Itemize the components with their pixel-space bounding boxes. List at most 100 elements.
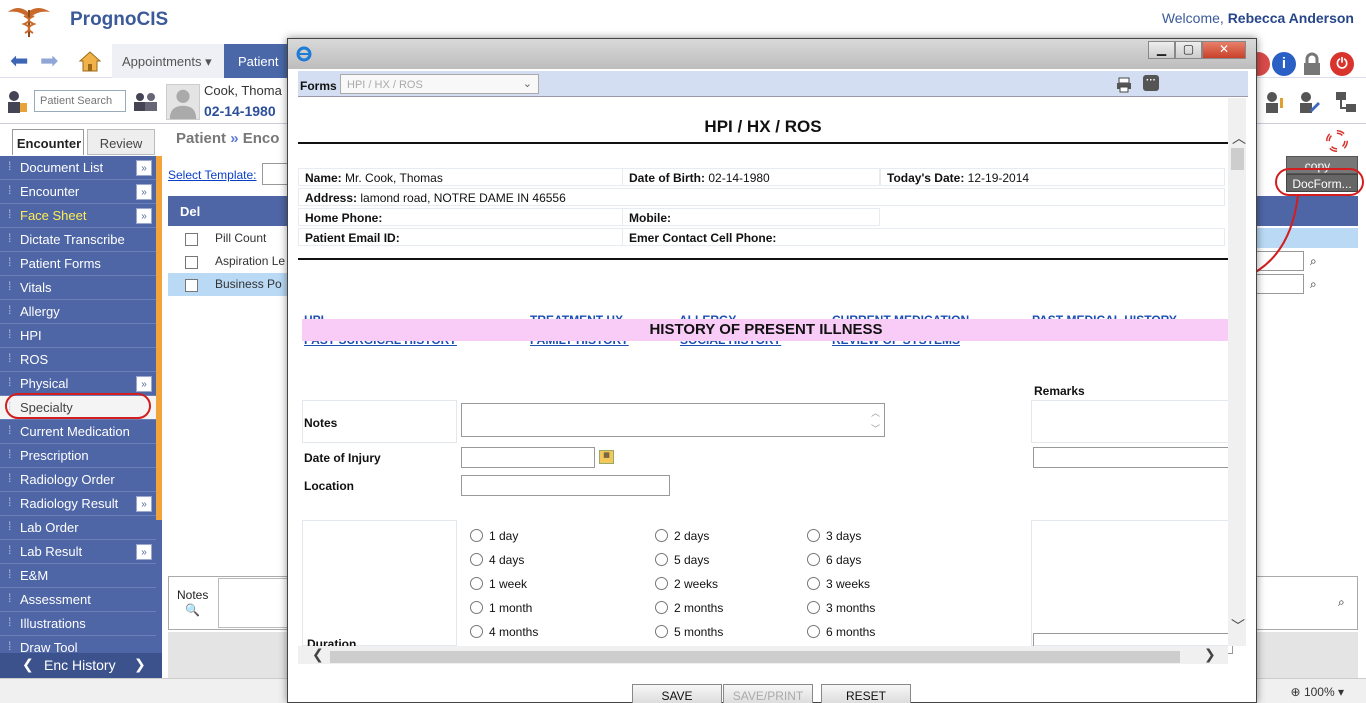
horizontal-scroll-thumb[interactable] <box>330 651 1180 663</box>
radio-button[interactable] <box>807 625 820 638</box>
expand-icon[interactable]: » <box>136 208 152 224</box>
tab-patient[interactable]: Patient <box>224 44 294 78</box>
duration-option[interactable]: 2 days <box>655 529 709 543</box>
sidebar-item-radiology-order[interactable]: Radiology Order <box>0 468 156 492</box>
duration-option[interactable]: 4 months <box>470 625 538 639</box>
back-arrow-icon[interactable]: ⬅ <box>10 50 28 72</box>
radio-button[interactable] <box>470 625 483 638</box>
enc-history-nav[interactable]: ❮ Enc History ❯ <box>0 653 162 678</box>
calendar-icon[interactable]: ▦ <box>599 450 614 464</box>
duration-option[interactable]: 5 months <box>655 625 723 639</box>
duration-option[interactable]: 1 day <box>470 529 518 543</box>
duration-option[interactable]: 3 months <box>807 601 875 615</box>
date-of-injury-input[interactable] <box>461 447 595 468</box>
scroll-right-icon[interactable]: ❯ <box>1204 646 1216 663</box>
radio-button[interactable] <box>655 577 668 590</box>
sidebar-item-document-list[interactable]: Document List » <box>0 156 156 180</box>
vertical-scrollbar[interactable] <box>1228 98 1246 646</box>
close-icon[interactable]: ✕ <box>1202 41 1246 59</box>
radio-button[interactable] <box>807 577 820 590</box>
expand-icon[interactable]: » <box>136 376 152 392</box>
binoculars-icon[interactable]: ⌕ <box>1310 254 1324 268</box>
duration-option[interactable]: 2 weeks <box>655 577 718 591</box>
duration-option[interactable]: 6 months <box>807 625 875 639</box>
radio-button[interactable] <box>470 529 483 542</box>
user-edit-icon[interactable] <box>1296 90 1320 114</box>
power-icon[interactable]: ⏻ <box>1330 52 1354 76</box>
horizontal-scrollbar[interactable]: ❮ ❯ <box>298 646 1228 664</box>
table-row[interactable]: Pill Count <box>168 227 292 250</box>
magnifier-icon[interactable]: 🔍 <box>185 603 208 617</box>
sidebar-item-encounter[interactable]: Encounter » <box>0 180 156 204</box>
sidebar-item-lab-order[interactable]: Lab Order <box>0 516 156 540</box>
scroll-left-icon[interactable]: ❮ <box>312 646 324 663</box>
duration-option[interactable]: 4 days <box>470 553 524 567</box>
popup-titlebar[interactable]: ▁ ▢ ✕ <box>288 39 1256 69</box>
chevron-left-icon[interactable]: ❮ <box>22 656 34 673</box>
vertical-scroll-thumb[interactable] <box>1231 148 1244 170</box>
expand-icon[interactable]: » <box>136 160 152 176</box>
binoculars-icon[interactable]: ⌕ <box>1338 595 1352 609</box>
sidebar-item-face-sheet[interactable]: Face Sheet » <box>0 204 156 228</box>
table-row[interactable]: Aspiration Le <box>168 250 292 273</box>
sidebar-item-patient-forms[interactable]: Patient Forms <box>0 252 156 276</box>
expand-icon[interactable]: » <box>136 184 152 200</box>
sidebar-item-assessment[interactable]: Assessment <box>0 588 156 612</box>
patient-search-icon[interactable] <box>6 89 28 115</box>
notes-textarea[interactable] <box>218 578 292 628</box>
reset-button[interactable]: RESET <box>821 684 911 703</box>
tab-encounter[interactable]: Encounter <box>12 129 84 155</box>
radio-button[interactable] <box>470 601 483 614</box>
patient-search-input[interactable] <box>34 90 126 112</box>
radio-button[interactable] <box>807 601 820 614</box>
user-alert-icon[interactable] <box>1262 90 1286 114</box>
radio-button[interactable] <box>655 553 668 566</box>
date-of-injury-remark-input[interactable] <box>1033 447 1233 468</box>
sidebar-item-radiology-result[interactable]: Radiology Result » <box>0 492 156 516</box>
network-icon[interactable] <box>1334 90 1358 114</box>
patient-name[interactable]: Cook, Thoma <box>204 83 282 98</box>
printer-icon[interactable] <box>1116 77 1132 93</box>
duration-option[interactable]: 1 month <box>470 601 532 615</box>
breadcrumb-encounter[interactable]: Enco <box>243 130 280 147</box>
sidebar-item-allergy[interactable]: Allergy <box>0 300 156 324</box>
duration-option[interactable]: 1 week <box>470 577 527 591</box>
chevron-right-icon[interactable]: ❯ <box>134 656 146 673</box>
sidebar-item-hpi[interactable]: HPI <box>0 324 156 348</box>
select-template-link[interactable]: Select Template: <box>168 168 257 182</box>
tab-appointments[interactable]: Appointments ▾ <box>112 44 224 78</box>
radio-button[interactable] <box>470 553 483 566</box>
user-name[interactable]: Rebecca Anderson <box>1228 10 1354 26</box>
forward-arrow-icon[interactable]: ➡ <box>40 50 58 72</box>
patient-group-icon[interactable] <box>132 92 158 112</box>
sidebar-item-dictate-transcribe[interactable]: Dictate Transcribe <box>0 228 156 252</box>
expand-icon[interactable]: » <box>136 544 152 560</box>
sidebar-item-illustrations[interactable]: Illustrations <box>0 612 156 636</box>
radio-button[interactable] <box>655 625 668 638</box>
duration-option[interactable]: 5 days <box>655 553 709 567</box>
sidebar-item-lab-result[interactable]: Lab Result » <box>0 540 156 564</box>
radio-button[interactable] <box>807 553 820 566</box>
home-icon[interactable] <box>78 49 102 73</box>
tab-review[interactable]: Review <box>87 129 155 155</box>
lock-icon[interactable] <box>1300 52 1324 76</box>
save-button[interactable]: SAVE <box>632 684 722 703</box>
info-icon[interactable]: i <box>1272 52 1296 76</box>
row-checkbox[interactable] <box>185 256 198 269</box>
duration-option[interactable]: 3 weeks <box>807 577 870 591</box>
sidebar-item-draw-tool[interactable]: Draw Tool <box>0 636 156 653</box>
expand-icon[interactable]: » <box>136 496 152 512</box>
sidebar-item-vitals[interactable]: Vitals <box>0 276 156 300</box>
lifebuoy-icon[interactable] <box>1326 130 1348 152</box>
row-checkbox[interactable] <box>185 233 198 246</box>
zoom-level[interactable]: ⊕ 100% ▾ <box>1291 685 1344 699</box>
maximize-icon[interactable]: ▢ <box>1175 41 1202 59</box>
sidebar-item-e-m[interactable]: E&M <box>0 564 156 588</box>
sidebar-item-current-medication[interactable]: Current Medication <box>0 420 156 444</box>
scroll-up-icon[interactable]: ︿ <box>1232 128 1246 148</box>
breadcrumb-patient[interactable]: Patient <box>176 130 226 147</box>
forms-select[interactable]: HPI / HX / ROS ⌄ <box>340 74 539 94</box>
duration-option[interactable]: 2 months <box>655 601 723 615</box>
scroll-down-icon[interactable]: ﹀ <box>1231 616 1245 636</box>
radio-button[interactable] <box>470 577 483 590</box>
